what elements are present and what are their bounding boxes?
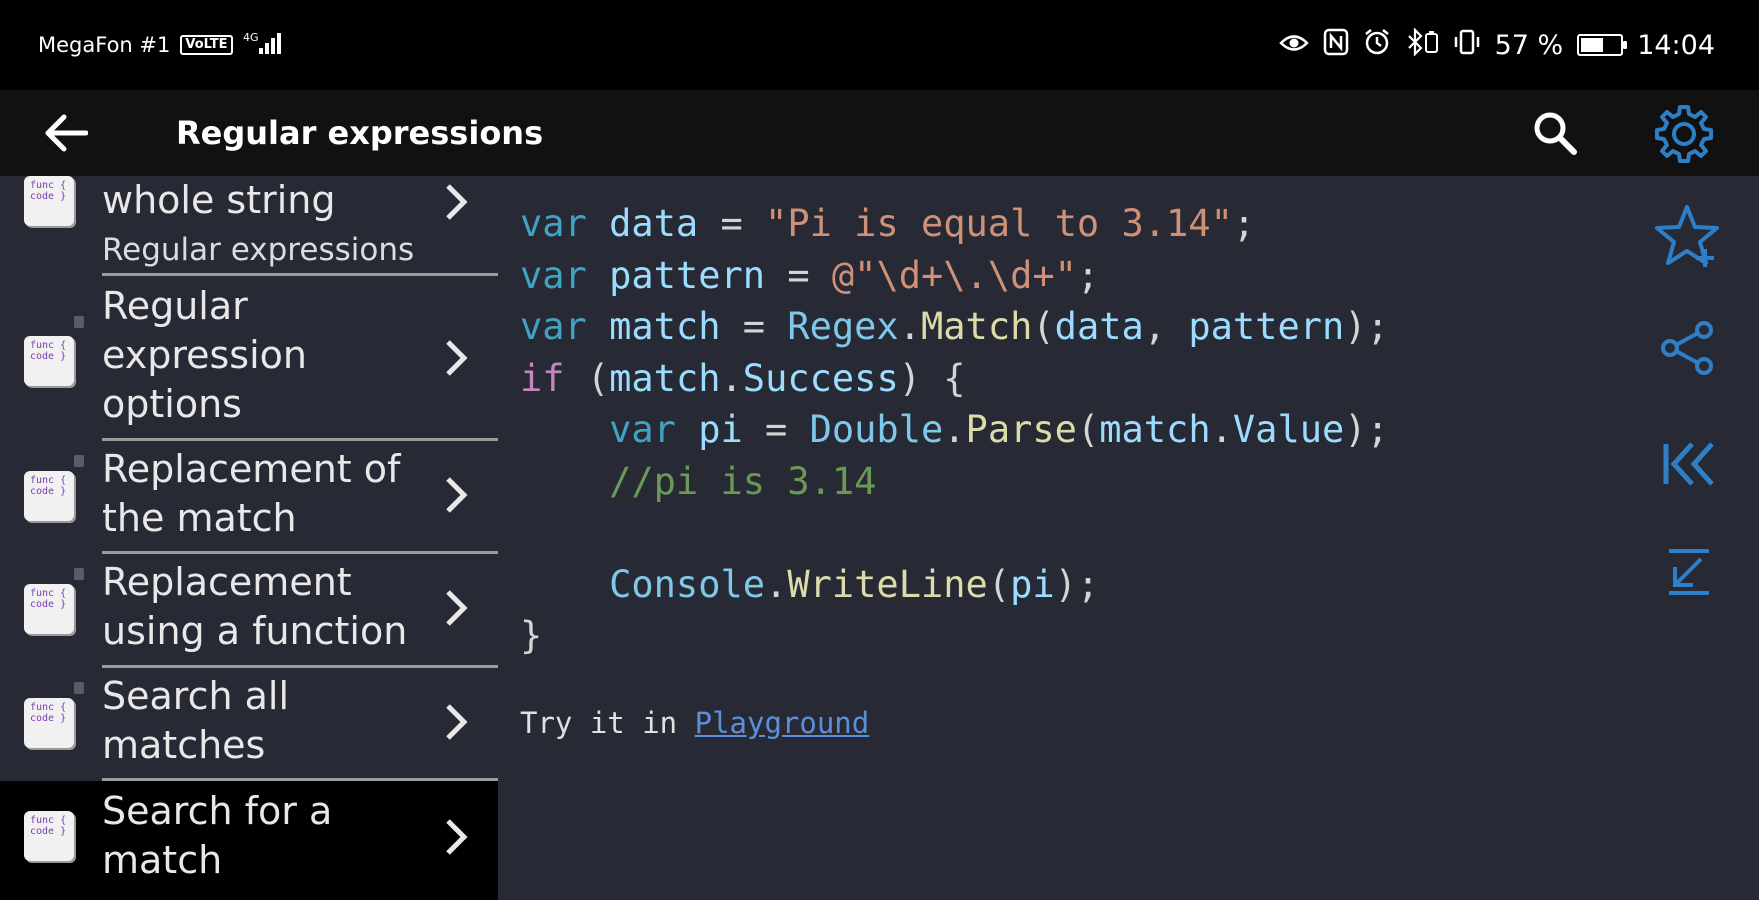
thumb-caption: func { code } <box>30 340 67 362</box>
list-item-label: Replacement using a function <box>102 560 408 653</box>
gear-icon <box>1655 105 1713 163</box>
share-icon <box>1661 321 1713 375</box>
carrier-name: MegaFon #1 <box>38 33 171 57</box>
first-page-button[interactable] <box>1640 424 1736 504</box>
code-thumbnail: func { code } <box>24 471 74 521</box>
app-toolbar: Regular expressions <box>0 90 1759 176</box>
code-thumbnail: func { code } <box>24 698 74 748</box>
page-title: Regular expressions <box>176 114 544 152</box>
share-button[interactable] <box>1640 308 1736 388</box>
code-line: var data = "Pi is equal to 3.14"; <box>520 202 1256 245</box>
list-item-label: whole string <box>102 178 336 222</box>
list-item[interactable]: func { code } Search all matches <box>0 668 498 781</box>
battery-icon <box>1577 34 1628 56</box>
status-bar: MegaFon #1 VoLTE 4G 57 % 14:04 <box>0 0 1759 90</box>
code-line: var pattern = @"\d+\.\d+"; <box>520 253 1100 297</box>
chevron-right-icon <box>446 590 468 626</box>
code-block: var data = "Pi is equal to 3.14"; var pat… <box>520 198 1389 662</box>
scroll-bottom-button[interactable] <box>1640 532 1736 612</box>
battery-level <box>1581 38 1603 52</box>
clock: 14:04 <box>1637 29 1715 61</box>
list-item-label: Search for a match <box>102 789 333 882</box>
lock-icon <box>74 682 84 694</box>
code-thumbnail: func { code } <box>24 811 74 861</box>
code-line: } <box>520 614 543 657</box>
scroll-bottom-icon <box>1669 549 1709 595</box>
network-type: 4G <box>243 31 259 44</box>
search-icon <box>1534 112 1577 155</box>
code-thumbnail: func { code } <box>24 584 74 634</box>
chevron-right-icon <box>446 340 468 376</box>
chevron-right-icon <box>446 184 468 220</box>
list-item-subtitle: Regular expressions <box>102 232 415 268</box>
thumb-caption: func { code } <box>30 475 67 497</box>
thumb-caption: func { code } <box>30 702 67 724</box>
code-thumbnail: func { code } <box>24 336 74 386</box>
code-line: //pi is 3.14 <box>609 459 877 503</box>
star-add-icon <box>1655 205 1719 267</box>
status-left: MegaFon #1 VoLTE 4G <box>38 30 283 61</box>
topic-list: func { code } whole string Regular expre… <box>0 176 498 900</box>
code-thumbnail: func { code } <box>24 176 74 226</box>
code-line: if (match.Success) { <box>520 356 966 400</box>
list-item-selected[interactable]: func { code } Search for a match <box>0 781 498 900</box>
alarm-icon <box>1363 28 1391 63</box>
eye-icon <box>1278 30 1309 61</box>
lock-icon <box>74 455 84 467</box>
bluetooth-icon <box>1405 26 1439 63</box>
list-item-label: Regular expression options <box>102 284 307 426</box>
list-item-label: Replacement of the match <box>102 447 401 540</box>
vibrate-icon <box>1453 28 1481 63</box>
arrow-left-icon <box>45 114 88 152</box>
try-prefix: Try it in <box>520 706 695 740</box>
list-item-label: Search all matches <box>102 674 290 767</box>
first-page-icon <box>1663 442 1714 486</box>
status-right: 57 % 14:04 <box>1278 26 1715 63</box>
thumb-caption: func { code } <box>30 588 67 610</box>
list-item[interactable]: func { code } Replacement of the match <box>0 441 498 554</box>
code-line: Console.WriteLine(pi); <box>609 562 1100 606</box>
signal-icon: 4G <box>243 30 283 61</box>
settings-button[interactable] <box>1652 102 1716 166</box>
add-favorite-button[interactable] <box>1640 196 1736 276</box>
list-item[interactable]: func { code } Regular expression options <box>0 276 498 441</box>
list-item[interactable]: func { code } Replacement using a functi… <box>0 554 498 668</box>
search-button[interactable] <box>1528 106 1582 160</box>
chevron-right-icon <box>446 477 468 513</box>
nfc-icon <box>1323 28 1349 63</box>
thumb-caption: func { code } <box>30 180 67 202</box>
battery-percent: 57 % <box>1494 29 1564 61</box>
chevron-right-icon <box>446 704 468 740</box>
chevron-right-icon <box>446 819 468 855</box>
code-line: var match = Regex.Match(data, pattern); <box>520 305 1389 348</box>
list-item[interactable]: func { code } whole string Regular expre… <box>0 176 498 276</box>
thumb-caption: func { code } <box>30 815 67 837</box>
code-line: var pi = Double.Parse(match.Value); <box>609 408 1389 451</box>
back-button[interactable] <box>38 108 92 158</box>
playground-link[interactable]: Playground <box>695 706 870 740</box>
code-line: ​ <box>520 507 1389 559</box>
lock-icon <box>74 568 84 580</box>
lock-icon <box>74 316 84 328</box>
volte-badge: VoLTE <box>180 35 233 55</box>
try-it-line: Try it in Playground <box>520 706 869 740</box>
